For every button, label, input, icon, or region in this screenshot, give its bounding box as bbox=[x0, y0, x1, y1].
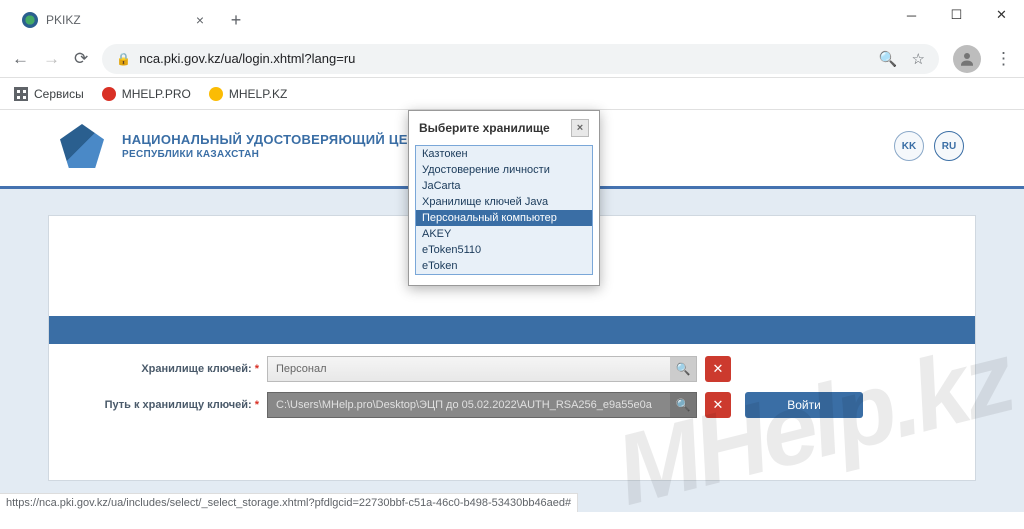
search-icon[interactable]: 🔍 bbox=[670, 357, 696, 381]
star-icon[interactable]: ☆ bbox=[912, 50, 925, 68]
reload-button[interactable]: ⟳ bbox=[74, 49, 88, 69]
storage-option[interactable]: Персональный компьютер bbox=[416, 210, 592, 226]
apps-icon bbox=[14, 87, 28, 101]
bookmark-mhelp-kz[interactable]: MHELP.KZ bbox=[209, 87, 287, 101]
login-button[interactable]: Войти bbox=[745, 392, 863, 418]
search-in-page-icon[interactable]: 🔍 bbox=[879, 50, 898, 68]
keystore-field[interactable]: Персонал🔍 bbox=[267, 356, 697, 382]
tab-close-icon[interactable]: × bbox=[196, 12, 204, 28]
window-minimize-button[interactable]: ─ bbox=[889, 0, 934, 30]
storage-option[interactable]: JaCarta bbox=[416, 178, 592, 194]
panel-stripe bbox=[49, 316, 975, 344]
lang-ru-button[interactable]: RU bbox=[934, 131, 964, 161]
tab-title: PKIKZ bbox=[46, 13, 81, 27]
status-bar: https://nca.pki.gov.kz/ua/includes/selec… bbox=[0, 493, 578, 512]
search-icon[interactable]: 🔍 bbox=[670, 393, 696, 417]
site-subtitle: РЕСПУБЛИКИ КАЗАХСТАН bbox=[122, 149, 435, 160]
bookmark-favicon bbox=[209, 87, 223, 101]
storage-option[interactable]: eToken bbox=[416, 258, 592, 274]
dialog-close-button[interactable]: × bbox=[571, 119, 589, 137]
bookmark-mhelp-pro[interactable]: MHELP.PRO bbox=[102, 87, 191, 101]
label-keypath: Путь к хранилищу ключей: * bbox=[71, 399, 267, 411]
window-maximize-button[interactable]: ☐ bbox=[934, 0, 979, 30]
apps-shortcut[interactable]: Сервисы bbox=[14, 87, 84, 101]
storage-option[interactable]: eToken5110 bbox=[416, 242, 592, 258]
storage-option[interactable]: AKEY bbox=[416, 226, 592, 242]
tab-favicon bbox=[22, 12, 38, 28]
window-close-button[interactable]: ✕ bbox=[979, 0, 1024, 30]
keypath-field[interactable]: C:\Users\MHelp.pro\Desktop\ЭЦП до 05.02.… bbox=[267, 392, 697, 418]
label-keystore: Хранилище ключей: * bbox=[71, 363, 267, 375]
menu-button[interactable]: ⋮ bbox=[995, 49, 1012, 69]
lang-kk-button[interactable]: KK bbox=[894, 131, 924, 161]
storage-option[interactable]: Хранилище ключей Java bbox=[416, 194, 592, 210]
url-text: nca.pki.gov.kz/ua/login.xhtml?lang=ru bbox=[139, 51, 355, 66]
bookmark-favicon bbox=[102, 87, 116, 101]
storage-listbox[interactable]: КазтокенУдостоверение личностиJaCartaХра… bbox=[415, 145, 593, 275]
lock-icon: 🔒 bbox=[116, 52, 131, 66]
back-button[interactable]: ← bbox=[12, 49, 29, 69]
clear-keypath-button[interactable]: ✕ bbox=[705, 392, 731, 418]
site-logo bbox=[60, 124, 104, 168]
forward-button[interactable]: → bbox=[43, 49, 60, 69]
profile-button[interactable] bbox=[953, 45, 981, 73]
clear-keystore-button[interactable]: ✕ bbox=[705, 356, 731, 382]
site-title: НАЦИОНАЛЬНЫЙ УДОСТОВЕРЯЮЩИЙ ЦЕНТР bbox=[122, 132, 435, 147]
dialog-title: Выберите хранилище bbox=[419, 121, 550, 135]
address-bar[interactable]: 🔒 nca.pki.gov.kz/ua/login.xhtml?lang=ru … bbox=[102, 44, 939, 74]
browser-tab[interactable]: PKIKZ × bbox=[8, 6, 218, 34]
storage-option[interactable]: Казтокен bbox=[416, 146, 592, 162]
new-tab-button[interactable]: + bbox=[222, 6, 250, 34]
storage-option[interactable]: Удостоверение личности bbox=[416, 162, 592, 178]
storage-select-dialog: Выберите хранилище × КазтокенУдостоверен… bbox=[408, 110, 600, 286]
